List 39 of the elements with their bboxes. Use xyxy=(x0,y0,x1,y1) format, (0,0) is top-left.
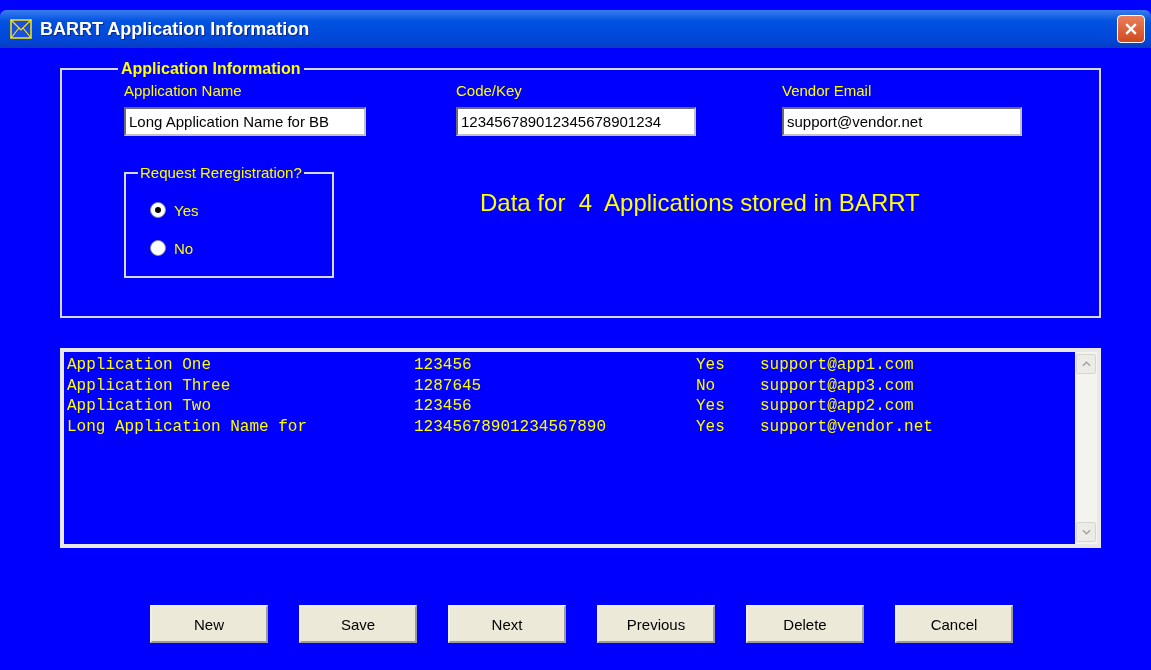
list-cell-text: Yes xyxy=(696,396,726,417)
list-cell-text: 123456 xyxy=(414,396,473,417)
list-cell-text: Yes xyxy=(696,416,726,437)
dialog-button[interactable]: Next xyxy=(448,605,566,643)
window-title: BARRT Application Information xyxy=(40,18,311,40)
envelope-icon xyxy=(10,19,32,39)
summary-text: Data for 4 Applications stored in BARRT xyxy=(480,189,920,217)
radio-option[interactable]: Yes xyxy=(150,191,332,229)
field-label: Application Name xyxy=(124,82,243,99)
close-button[interactable] xyxy=(1117,15,1145,43)
list-cell-text: 1287645 xyxy=(414,375,483,396)
list-cell-text: 12345678901234567890 xyxy=(414,416,608,437)
list-cell: support@vendor.net xyxy=(760,416,933,437)
list-cell: support@app1.com xyxy=(760,355,914,376)
field-label: Vendor Email xyxy=(782,82,873,99)
list-cell-text: No xyxy=(696,375,717,396)
dialog-button[interactable]: Cancel xyxy=(895,605,1013,643)
list-cell-text: Application Three xyxy=(67,375,232,396)
list-cell-text: Application One xyxy=(67,355,213,376)
dialog-button[interactable]: Delete xyxy=(746,605,864,643)
group-title: Application Information xyxy=(120,60,302,78)
dialog-button[interactable]: New xyxy=(150,605,268,643)
list-cell-text: Yes xyxy=(696,355,726,376)
list-cell: support@app3.com xyxy=(760,375,914,396)
input-field[interactable]: support@vendor.net xyxy=(782,107,1022,136)
list-cell-text: Long Application Name for xyxy=(67,416,309,437)
input-field[interactable]: 123456789012345678901234 xyxy=(456,107,696,136)
dialog-button[interactable]: Save xyxy=(299,605,417,643)
list-cell: support@app2.com xyxy=(760,396,914,417)
field-label: Code/Key xyxy=(456,82,523,99)
close-icon xyxy=(1123,21,1139,37)
radio-button[interactable] xyxy=(150,202,166,218)
list-cell-text: 123456 xyxy=(414,355,473,376)
input-field[interactable]: Long Application Name for BB xyxy=(124,107,366,136)
radio-button[interactable] xyxy=(150,240,166,256)
radio-option[interactable]: No xyxy=(150,229,332,267)
dialog-button[interactable]: Previous xyxy=(597,605,715,643)
radio-group-title: Request Reregistration? xyxy=(139,164,303,181)
list-cell-text: Application Two xyxy=(67,396,213,417)
